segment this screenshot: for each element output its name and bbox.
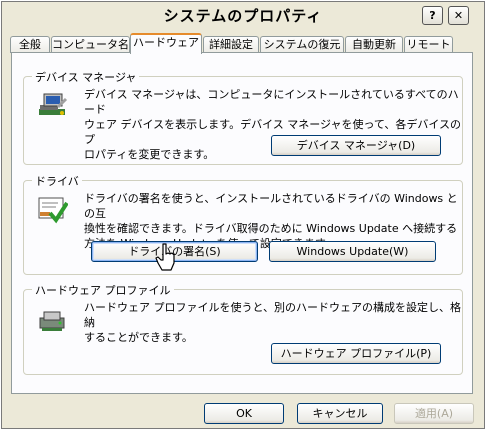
system-properties-dialog: システムのプロパティ ? ✕ 全般 コンピュータ名 ハードウェア 詳細設定 シス… [1,1,485,429]
hardware-profiles-group-title: ハードウェア プロファイル [32,282,174,298]
drivers-description-line: 換性を確認できます。ドライバ取得のために Windows Update へ接続す… [84,222,458,235]
hardware-tab-panel: デバイス マネージャ デバイス マネージャは、コンピュータにインストールされてい… [11,52,473,394]
device-manager-group: デバイス マネージャ デバイス マネージャは、コンピュータにインストールされてい… [23,69,463,165]
apply-button: 適用(A) [394,403,474,424]
tab-system-restore[interactable]: システムの復元 [260,36,344,53]
tab-automatic-updates[interactable]: 自動更新 [345,36,403,53]
hardware-profiles-description: ハードウェア プロファイルを使うと、別のハードウェアの構成を設定し、格納 するこ… [84,300,462,345]
cancel-button[interactable]: キャンセル [297,403,383,424]
hardware-profile-icon [39,311,65,331]
tab-strip: 全般 コンピュータ名 ハードウェア 詳細設定 システムの復元 自動更新 リモート [10,33,474,54]
hardware-profiles-group: ハードウェア プロファイル ハードウェア プロファイルを使うと、別のハードウェア… [23,282,463,375]
device-manager-button[interactable]: デバイス マネージャ(D) [271,135,441,156]
drivers-group: ドライバ ドライバの署名を使うと、インストールされているドライバの Window… [23,173,463,275]
tab-advanced[interactable]: 詳細設定 [203,36,259,53]
mouse-pointer-icon [155,243,175,271]
ok-button[interactable]: OK [204,403,284,424]
tab-general[interactable]: 全般 [10,36,50,53]
window-title: システムのプロパティ [163,7,323,25]
tab-computer-name[interactable]: コンピュータ名 [51,36,130,53]
driver-signing-icon [38,197,68,224]
drivers-description-line: ドライバの署名を使うと、インストールされているドライバの Windows との互 [84,192,458,220]
drivers-group-title: ドライバ [32,173,82,189]
close-button[interactable]: ✕ [448,6,469,25]
tab-hardware[interactable]: ハードウェア [130,33,202,54]
device-manager-description-line: デバイス マネージャは、コンピュータにインストールされているすべてのハード [84,88,459,116]
hardware-profiles-button[interactable]: ハードウェア プロファイル(P) [271,343,441,364]
title-bar: システムのプロパティ ? ✕ [2,2,484,29]
hardware-profiles-description-line: ハードウェア プロファイルを使うと、別のハードウェアの構成を設定し、格納 [84,301,462,329]
device-manager-icon [39,93,68,115]
device-manager-group-title: デバイス マネージャ [32,69,140,85]
windows-update-button[interactable]: Windows Update(W) [269,241,436,262]
tab-remote[interactable]: リモート [404,36,453,53]
help-button[interactable]: ? [422,6,443,25]
